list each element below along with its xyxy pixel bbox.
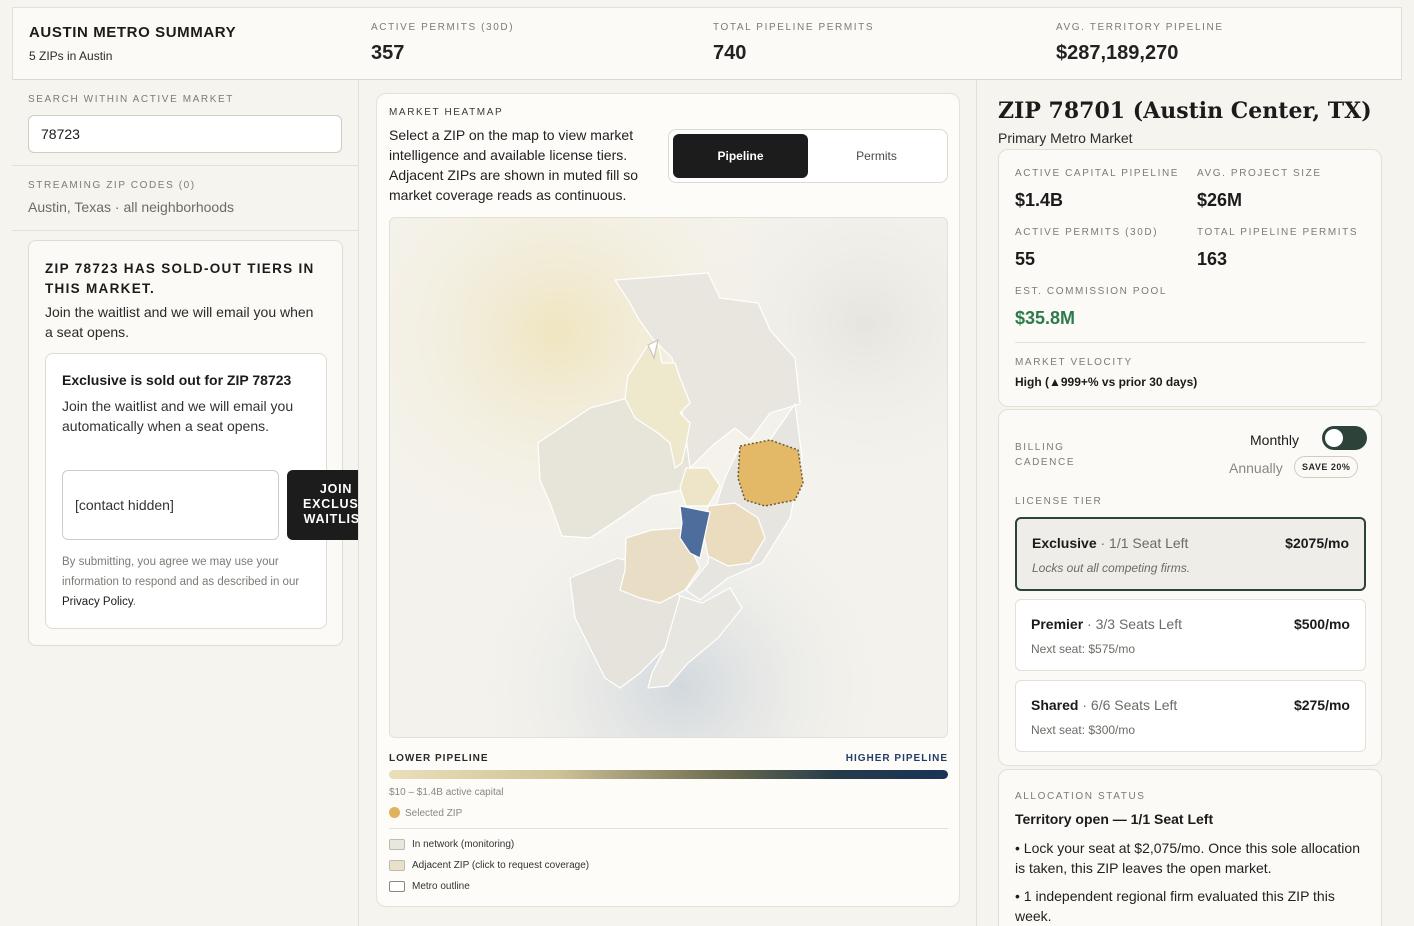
heatmap-label: MARKET HEATMAP xyxy=(389,107,504,118)
sold-out-title: ZIP 78723 HAS SOLD-OUT TIERS IN THIS MAR… xyxy=(45,261,315,296)
stat-active-capital: ACTIVE CAPITAL PIPELINE $1.4B xyxy=(1015,168,1180,210)
search-input[interactable]: 78723 xyxy=(28,115,342,153)
pipeline-toggle-button[interactable]: Pipeline xyxy=(673,134,808,178)
toggle-knob xyxy=(1325,429,1343,447)
stat-commission-pool: EST. COMMISSION POOL $35.8M xyxy=(1015,286,1168,328)
legend-swatch xyxy=(389,839,405,850)
billing-cadence-label: BILLING CADENCE xyxy=(1015,442,1076,468)
map-svg xyxy=(390,218,947,737)
sold-out-text: Join the waitlist and we will email you … xyxy=(45,304,314,340)
selected-zip-78723[interactable] xyxy=(737,439,804,507)
tier-premier[interactable]: Premier · 3/3 Seats Left $500/mo Next se… xyxy=(1015,599,1366,671)
kpi-active-permits: ACTIVE PERMITS (30D) 357 xyxy=(371,22,515,64)
streaming-label: STREAMING ZIP CODES (0) xyxy=(28,180,196,191)
market-heatmap-card: MARKET HEATMAP Select a ZIP on the map t… xyxy=(376,93,960,907)
allocation-status-card: ALLOCATION STATUS Territory open — 1/1 S… xyxy=(998,769,1382,926)
legend-high-label: HIGHER PIPELINE xyxy=(845,753,948,764)
legend-low-label: LOWER PIPELINE xyxy=(389,753,489,764)
range-text: $10 – $1.4B active capital xyxy=(389,787,504,798)
kpi-avg-territory: AVG. TERRITORY PIPELINE $287,189,270 xyxy=(1056,22,1224,64)
zip-map[interactable] xyxy=(389,217,948,738)
join-waitlist-button[interactable]: JOIN EXCLUSIVE WAITLIST xyxy=(287,470,358,540)
divider xyxy=(12,230,358,231)
search-label: SEARCH WITHIN ACTIVE MARKET xyxy=(28,94,234,105)
summary-subtitle: 5 ZIPs in Austin xyxy=(29,49,113,63)
summary-title: AUSTIN METRO SUMMARY xyxy=(29,24,237,41)
annually-label: Annually xyxy=(1229,460,1283,476)
pipeline-gradient-bar xyxy=(389,770,948,779)
velocity-label: MARKET VELOCITY xyxy=(1015,357,1133,368)
save-badge: SAVE 20% xyxy=(1294,456,1359,478)
monthly-label: Monthly xyxy=(1250,432,1300,448)
selected-zip-legend: Selected ZIP xyxy=(405,808,463,819)
privacy-policy-link[interactable]: Privacy Policy xyxy=(62,596,133,608)
billing-cadence-toggle[interactable] xyxy=(1322,426,1367,450)
legend-swatch xyxy=(389,860,405,871)
right-panel: ZIP 78701 (Austin Center, TX) Primary Me… xyxy=(976,80,1414,926)
velocity-value: High (▲999+% vs prior 30 days) xyxy=(1015,375,1198,389)
allocation-bullet: • 1 independent regional firm evaluated … xyxy=(1015,888,1335,924)
metro-summary-bar: AUSTIN METRO SUMMARY 5 ZIPs in Austin AC… xyxy=(12,7,1402,80)
license-tier-label: LICENSE TIER xyxy=(1015,496,1103,507)
kpi-total-pipeline: TOTAL PIPELINE PERMITS 740 xyxy=(713,22,875,64)
zip-stats-card: ACTIVE CAPITAL PIPELINE $1.4B AVG. PROJE… xyxy=(998,149,1382,407)
waitlist-title: Exclusive is sold out for ZIP 78723 xyxy=(62,372,292,388)
divider xyxy=(1015,342,1366,343)
legend-swatch xyxy=(389,881,405,892)
left-panel: SEARCH WITHIN ACTIVE MARKET 78723 STREAM… xyxy=(12,80,359,926)
allocation-bullet: • Lock your seat at $2,075/mo. Once this… xyxy=(1015,840,1360,876)
allocation-title: Territory open — 1/1 Seat Left xyxy=(1015,811,1214,827)
stat-avg-project: AVG. PROJECT SIZE $26M xyxy=(1197,168,1322,210)
sold-out-card: ZIP 78723 HAS SOLD-OUT TIERS IN THIS MAR… xyxy=(28,240,343,646)
selected-zip-dot-icon xyxy=(389,807,400,818)
contact-field[interactable]: [contact hidden] xyxy=(62,470,279,540)
tier-shared[interactable]: Shared · 6/6 Seats Left $275/mo Next sea… xyxy=(1015,680,1366,752)
legal-text: By submitting, you agree we may use your… xyxy=(62,556,300,608)
heatmap-description: Select a ZIP on the map to view market i… xyxy=(389,127,639,203)
permits-toggle-button[interactable]: Permits xyxy=(809,134,944,178)
waitlist-card: Exclusive is sold out for ZIP 78723 Join… xyxy=(45,353,327,629)
zip-title: ZIP 78701 (Austin Center, TX) xyxy=(998,98,1372,124)
tier-exclusive[interactable]: Exclusive · 1/1 Seat Left $2075/mo Locks… xyxy=(1015,517,1366,591)
metric-toggle: Pipeline Permits xyxy=(668,129,948,183)
stat-total-permits: TOTAL PIPELINE PERMITS 163 xyxy=(1197,227,1359,269)
pipeline-legend: LOWER PIPELINE HIGHER PIPELINE xyxy=(389,753,948,764)
streaming-subtitle: Austin, Texas · all neighborhoods xyxy=(28,199,234,215)
divider xyxy=(12,165,358,166)
stat-active-permits: ACTIVE PERMITS (30D) 55 xyxy=(1015,227,1159,269)
license-tier-card: BILLING CADENCE Monthly Annually SAVE 20… xyxy=(998,409,1382,766)
waitlist-text: Join the waitlist and we will email you … xyxy=(62,398,294,434)
allocation-label: ALLOCATION STATUS xyxy=(1015,791,1146,802)
zip-subtitle: Primary Metro Market xyxy=(998,130,1133,146)
divider xyxy=(389,828,948,829)
